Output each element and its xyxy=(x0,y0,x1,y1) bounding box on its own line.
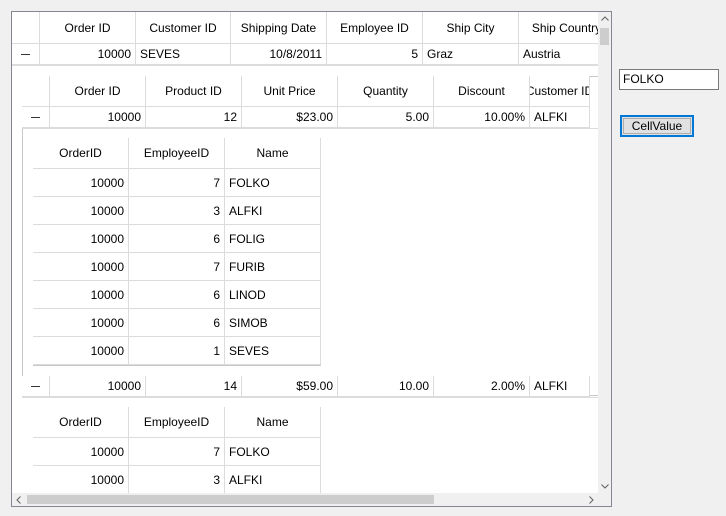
nested-cell[interactable]: 10000 xyxy=(33,337,129,365)
nested-header-2[interactable]: Name xyxy=(225,138,321,169)
main-cell-0[interactable]: 10000 xyxy=(40,44,136,65)
detail-cell[interactable]: 10.00 xyxy=(338,376,434,397)
detail-cell[interactable]: 10000 xyxy=(50,376,146,397)
main-header-2[interactable]: Shipping Date xyxy=(231,12,327,44)
chevron-left-icon[interactable] xyxy=(12,493,25,506)
nested-cell[interactable]: FOLKO xyxy=(225,438,321,466)
detail-cell[interactable]: ALFKI xyxy=(530,107,590,128)
detail-cell[interactable]: 14 xyxy=(146,376,242,397)
main-header-1[interactable]: Customer ID xyxy=(136,12,231,44)
nested-header-1[interactable]: EmployeeID xyxy=(129,138,225,169)
row-separator xyxy=(22,128,598,129)
nested-cell[interactable]: 7 xyxy=(129,253,225,281)
detail-header-3[interactable]: Quantity xyxy=(338,76,434,107)
scrollbar-corner xyxy=(598,493,611,506)
detail-cell[interactable]: ALFKI xyxy=(530,376,590,397)
main-cell-1[interactable]: SEVES xyxy=(136,44,231,65)
grid-viewport: Order ID Customer ID Shipping Date Employee… xyxy=(12,12,598,493)
detail-cell[interactable]: 12 xyxy=(146,107,242,128)
nested-cell[interactable]: FOLIG xyxy=(225,225,321,253)
main-header-4[interactable]: Ship City xyxy=(423,12,519,44)
nested-cell[interactable]: 10000 xyxy=(33,281,129,309)
nested-cell[interactable]: 6 xyxy=(129,225,225,253)
detail-header-1[interactable]: Product ID xyxy=(146,76,242,107)
detail-cell[interactable]: $59.00 xyxy=(242,376,338,397)
nested-cell[interactable]: 10000 xyxy=(33,253,129,281)
detail-cell[interactable]: 10.00% xyxy=(434,107,530,128)
minus-icon xyxy=(31,385,40,387)
main-header-3[interactable]: Employee ID xyxy=(327,12,423,44)
nested-cell[interactable]: 3 xyxy=(129,466,225,493)
detail-cell[interactable]: 2.00% xyxy=(434,376,530,397)
nested-cell[interactable]: ALFKI xyxy=(225,466,321,493)
horizontal-scroll-thumb[interactable] xyxy=(27,495,434,504)
row-separator xyxy=(12,65,598,66)
horizontal-scrollbar[interactable] xyxy=(12,493,598,506)
nested-cell[interactable]: 10000 xyxy=(33,438,129,466)
cell-value-textbox[interactable]: FOLKO xyxy=(619,69,719,90)
nested-cell[interactable]: 10000 xyxy=(33,466,129,493)
nested-header-2[interactable]: Name xyxy=(225,407,321,438)
hierarchical-grid: Order ID Customer ID Shipping Date Employee… xyxy=(11,11,612,507)
nested-cell[interactable]: 10000 xyxy=(33,225,129,253)
detail-header-4[interactable]: Discount xyxy=(434,76,530,107)
minus-icon xyxy=(21,53,30,55)
chevron-right-icon[interactable] xyxy=(585,493,598,506)
expand-toggle-detail-1[interactable] xyxy=(22,376,50,397)
nested-cell[interactable]: LINOD xyxy=(225,281,321,309)
nested-cell[interactable]: 6 xyxy=(129,309,225,337)
vertical-scroll-thumb[interactable] xyxy=(600,28,609,45)
nested-cell[interactable]: 10000 xyxy=(33,309,129,337)
nested-header-0[interactable]: OrderID xyxy=(33,407,129,438)
expand-toggle-main[interactable] xyxy=(12,44,40,65)
main-cell-3[interactable]: 5 xyxy=(327,44,423,65)
detail-cell[interactable]: 5.00 xyxy=(338,107,434,128)
vertical-scrollbar[interactable] xyxy=(598,12,611,493)
nested-header-0[interactable]: OrderID xyxy=(33,138,129,169)
nested-cell[interactable]: ALFKI xyxy=(225,197,321,225)
main-header-5[interactable]: Ship Country xyxy=(519,12,598,44)
nested-cell[interactable]: 7 xyxy=(129,169,225,197)
cellvalue-button[interactable]: CellValue xyxy=(620,115,694,137)
nested-cell[interactable]: 10000 xyxy=(33,197,129,225)
minus-icon xyxy=(31,116,40,118)
nested-cell[interactable]: 3 xyxy=(129,197,225,225)
nested-cell[interactable]: 7 xyxy=(129,438,225,466)
nested-header-1[interactable]: EmployeeID xyxy=(129,407,225,438)
row-separator xyxy=(22,397,598,398)
detail-header-2[interactable]: Unit Price xyxy=(242,76,338,107)
nested-cell[interactable]: SEVES xyxy=(225,337,321,365)
detail-header-indent xyxy=(22,76,50,107)
nested-cell[interactable]: FURIB xyxy=(225,253,321,281)
chevron-up-icon[interactable] xyxy=(598,12,611,25)
detail-cell[interactable]: 10000 xyxy=(50,107,146,128)
header-indent-cell[interactable] xyxy=(12,12,40,44)
main-cell-4[interactable]: Graz xyxy=(423,44,519,65)
nested-cell[interactable]: FOLKO xyxy=(225,169,321,197)
cellvalue-button-label: CellValue xyxy=(631,119,683,133)
main-cell-5[interactable]: Austria xyxy=(519,44,598,65)
detail-header-5[interactable]: Customer ID xyxy=(530,76,590,107)
nested-cell[interactable]: SIMOB xyxy=(225,309,321,337)
detail-cell[interactable]: $23.00 xyxy=(242,107,338,128)
expand-toggle-detail-0[interactable] xyxy=(22,107,50,128)
nested-cell[interactable]: 6 xyxy=(129,281,225,309)
main-header-0[interactable]: Order ID xyxy=(40,12,136,44)
detail-header-0[interactable]: Order ID xyxy=(50,76,146,107)
chevron-down-icon[interactable] xyxy=(598,480,611,493)
main-cell-2[interactable]: 10/8/2011 xyxy=(231,44,327,65)
nested-cell[interactable]: 10000 xyxy=(33,169,129,197)
nested-cell[interactable]: 1 xyxy=(129,337,225,365)
